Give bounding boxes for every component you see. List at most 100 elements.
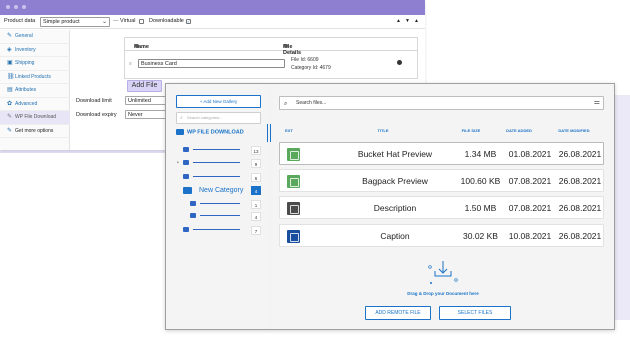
category-id: Category Id: 4679: [291, 65, 331, 71]
drag-drop-text: Drag & Drop your Document here: [407, 291, 479, 296]
move-down-icon[interactable]: ▼: [405, 18, 410, 24]
downloadable-label: Downloadable: [149, 18, 184, 24]
downloadable-files-table: Name File Details ≡ Business Card File I…: [124, 37, 418, 79]
file-size: 100.60 KB: [460, 176, 501, 186]
tag-icon: ◈: [7, 46, 12, 53]
category-count: 7: [251, 226, 261, 235]
collapse-icon[interactable]: ▲: [414, 18, 419, 24]
sidebar-item-linked-products[interactable]: ⛓Linked Products: [0, 71, 70, 84]
category-count: 13: [251, 146, 261, 155]
folder-icon: [190, 201, 196, 206]
sidebar-item-inventory[interactable]: ◈ Inventory: [0, 44, 70, 57]
upload-icon: [428, 261, 458, 284]
category-name-placeholder: [193, 229, 240, 230]
word-file-icon: [287, 230, 300, 243]
sidebar-item-wp-file-download[interactable]: ✎ WP File Download: [0, 111, 70, 125]
separator: —: [113, 18, 119, 24]
add-new-gallery-button[interactable]: + Add New Gallery: [176, 95, 261, 108]
category-count: 4: [251, 212, 261, 221]
expand-icon[interactable]: •: [177, 160, 179, 166]
filter-icon[interactable]: ⚌: [594, 97, 600, 109]
category-item[interactable]: • 9: [177, 159, 261, 168]
file-id: File Id: 6609: [291, 57, 319, 63]
gear-icon: ✿: [7, 100, 13, 107]
file-date-added: 07.08.2021: [508, 203, 552, 213]
file-date-modified: 26.08.2021: [558, 203, 602, 213]
sidebar-item-general[interactable]: ✎ General: [0, 30, 70, 44]
file-date-added: 07.08.2021: [508, 176, 552, 186]
add-remote-file-button[interactable]: ADD REMOTE FILE: [365, 306, 431, 320]
drag-handle-icon[interactable]: ≡: [129, 61, 132, 67]
wrench-icon: ✎: [7, 127, 13, 134]
downloadable-checkbox[interactable]: ✓: [186, 19, 191, 24]
file-size: 1.50 MB: [464, 203, 497, 213]
wrench-icon: ✎: [7, 33, 13, 39]
chevron-down-icon: ⌄: [101, 19, 107, 25]
category-name-placeholder: [200, 203, 240, 204]
column-header-title[interactable]: TITLE: [358, 128, 408, 133]
file-row[interactable]: Description 1.50 MB 07.08.2021 26.08.202…: [279, 196, 604, 219]
file-date-added: 10.08.2021: [508, 231, 552, 241]
category-item[interactable]: 6: [183, 173, 261, 182]
category-item[interactable]: 13: [183, 146, 261, 155]
category-name-placeholder: [193, 162, 240, 163]
sidebar-item-get-more-options[interactable]: ✎ Get more options: [0, 125, 70, 138]
delete-icon[interactable]: [397, 60, 402, 65]
virtual-checkbox[interactable]: [139, 19, 144, 24]
sidebar-item-attributes[interactable]: ▤ Attributes: [0, 84, 70, 98]
folder-icon: [183, 160, 189, 165]
window-dot-icon: [22, 5, 26, 9]
category-name-placeholder: [200, 215, 240, 216]
files-panel: ⌕ Search files... ⚌ EXT TITLE FILE SIZE …: [273, 84, 614, 329]
select-files-button[interactable]: SELECT FILES: [439, 306, 511, 320]
file-name-input[interactable]: Business Card: [138, 59, 285, 68]
panel-resize-handle[interactable]: [267, 124, 271, 142]
category-item[interactable]: 1: [190, 200, 261, 209]
search-icon: ⌕: [284, 101, 288, 107]
file-details: File Id: 6609 Category Id: 4679: [291, 56, 331, 72]
column-header-file-size[interactable]: FILE SIZE: [451, 128, 491, 133]
window-dot-icon: [14, 5, 18, 9]
sidebar-item-advanced[interactable]: ✿ Advanced: [0, 98, 70, 111]
virtual-label: Virtual: [120, 18, 136, 24]
sidebar-item-shipping[interactable]: ▣ Shipping: [0, 57, 70, 71]
column-header-date-added[interactable]: DATE ADDED: [499, 128, 539, 133]
product-type-select[interactable]: Simple product ⌄: [40, 17, 110, 27]
column-header-date-modified[interactable]: DATE MODIFIED: [549, 128, 599, 133]
search-files-input[interactable]: ⌕ Search files... ⚌: [279, 96, 604, 110]
wrench-icon: ✎: [7, 114, 13, 120]
product-data-label: Product data: [4, 18, 36, 24]
column-header-ext[interactable]: EXT: [283, 128, 295, 133]
move-up-icon[interactable]: ▲: [396, 18, 401, 24]
category-item-new-category[interactable]: New Category 4: [183, 186, 261, 195]
download-limit-label: Download limit: [76, 98, 112, 104]
file-title: Bucket Hat Preview: [357, 149, 433, 159]
download-expiry-label: Download expiry: [76, 112, 117, 118]
file-size: 1.34 MB: [464, 149, 497, 159]
category-root[interactable]: WP FILE DOWNLOAD: [176, 129, 244, 135]
file-size: 30.02 KB: [463, 231, 498, 241]
file-title: Description: [373, 203, 417, 213]
category-name-placeholder: [193, 176, 240, 177]
image-file-icon: [287, 175, 300, 188]
file-row[interactable]: Bagpack Preview 100.60 KB 07.08.2021 26.…: [279, 169, 604, 192]
add-file-button[interactable]: Add File: [127, 80, 162, 92]
file-date-added: 01.08.2021: [508, 149, 552, 159]
category-item[interactable]: 7: [183, 226, 261, 235]
folder-icon: [176, 129, 184, 135]
window-titlebar: [0, 0, 425, 15]
link-icon: ⛓: [7, 73, 15, 80]
folder-icon: [183, 187, 192, 194]
product-data-tabs: ✎ General ◈ Inventory ▣ Shipping ⛓Linked Pr…: [0, 30, 70, 150]
truck-icon: ▣: [7, 60, 13, 66]
category-item[interactable]: 4: [190, 212, 261, 221]
window-dot-icon: [6, 5, 10, 9]
image-file-icon: [287, 148, 300, 161]
file-row[interactable]: Bucket Hat Preview 1.34 MB 01.08.2021 26…: [279, 142, 604, 165]
search-categories-input[interactable]: ⌕ Search categories...: [176, 112, 261, 124]
folder-icon: [183, 174, 189, 179]
category-count: 4: [251, 186, 261, 195]
file-manager-modal: + Add New Gallery ⌕ Search categories...…: [165, 83, 615, 330]
file-row[interactable]: Caption 30.02 KB 10.08.2021 26.08.2021: [279, 224, 604, 247]
product-data-header: Product data Simple product ⌄ — Virtual …: [0, 15, 425, 29]
